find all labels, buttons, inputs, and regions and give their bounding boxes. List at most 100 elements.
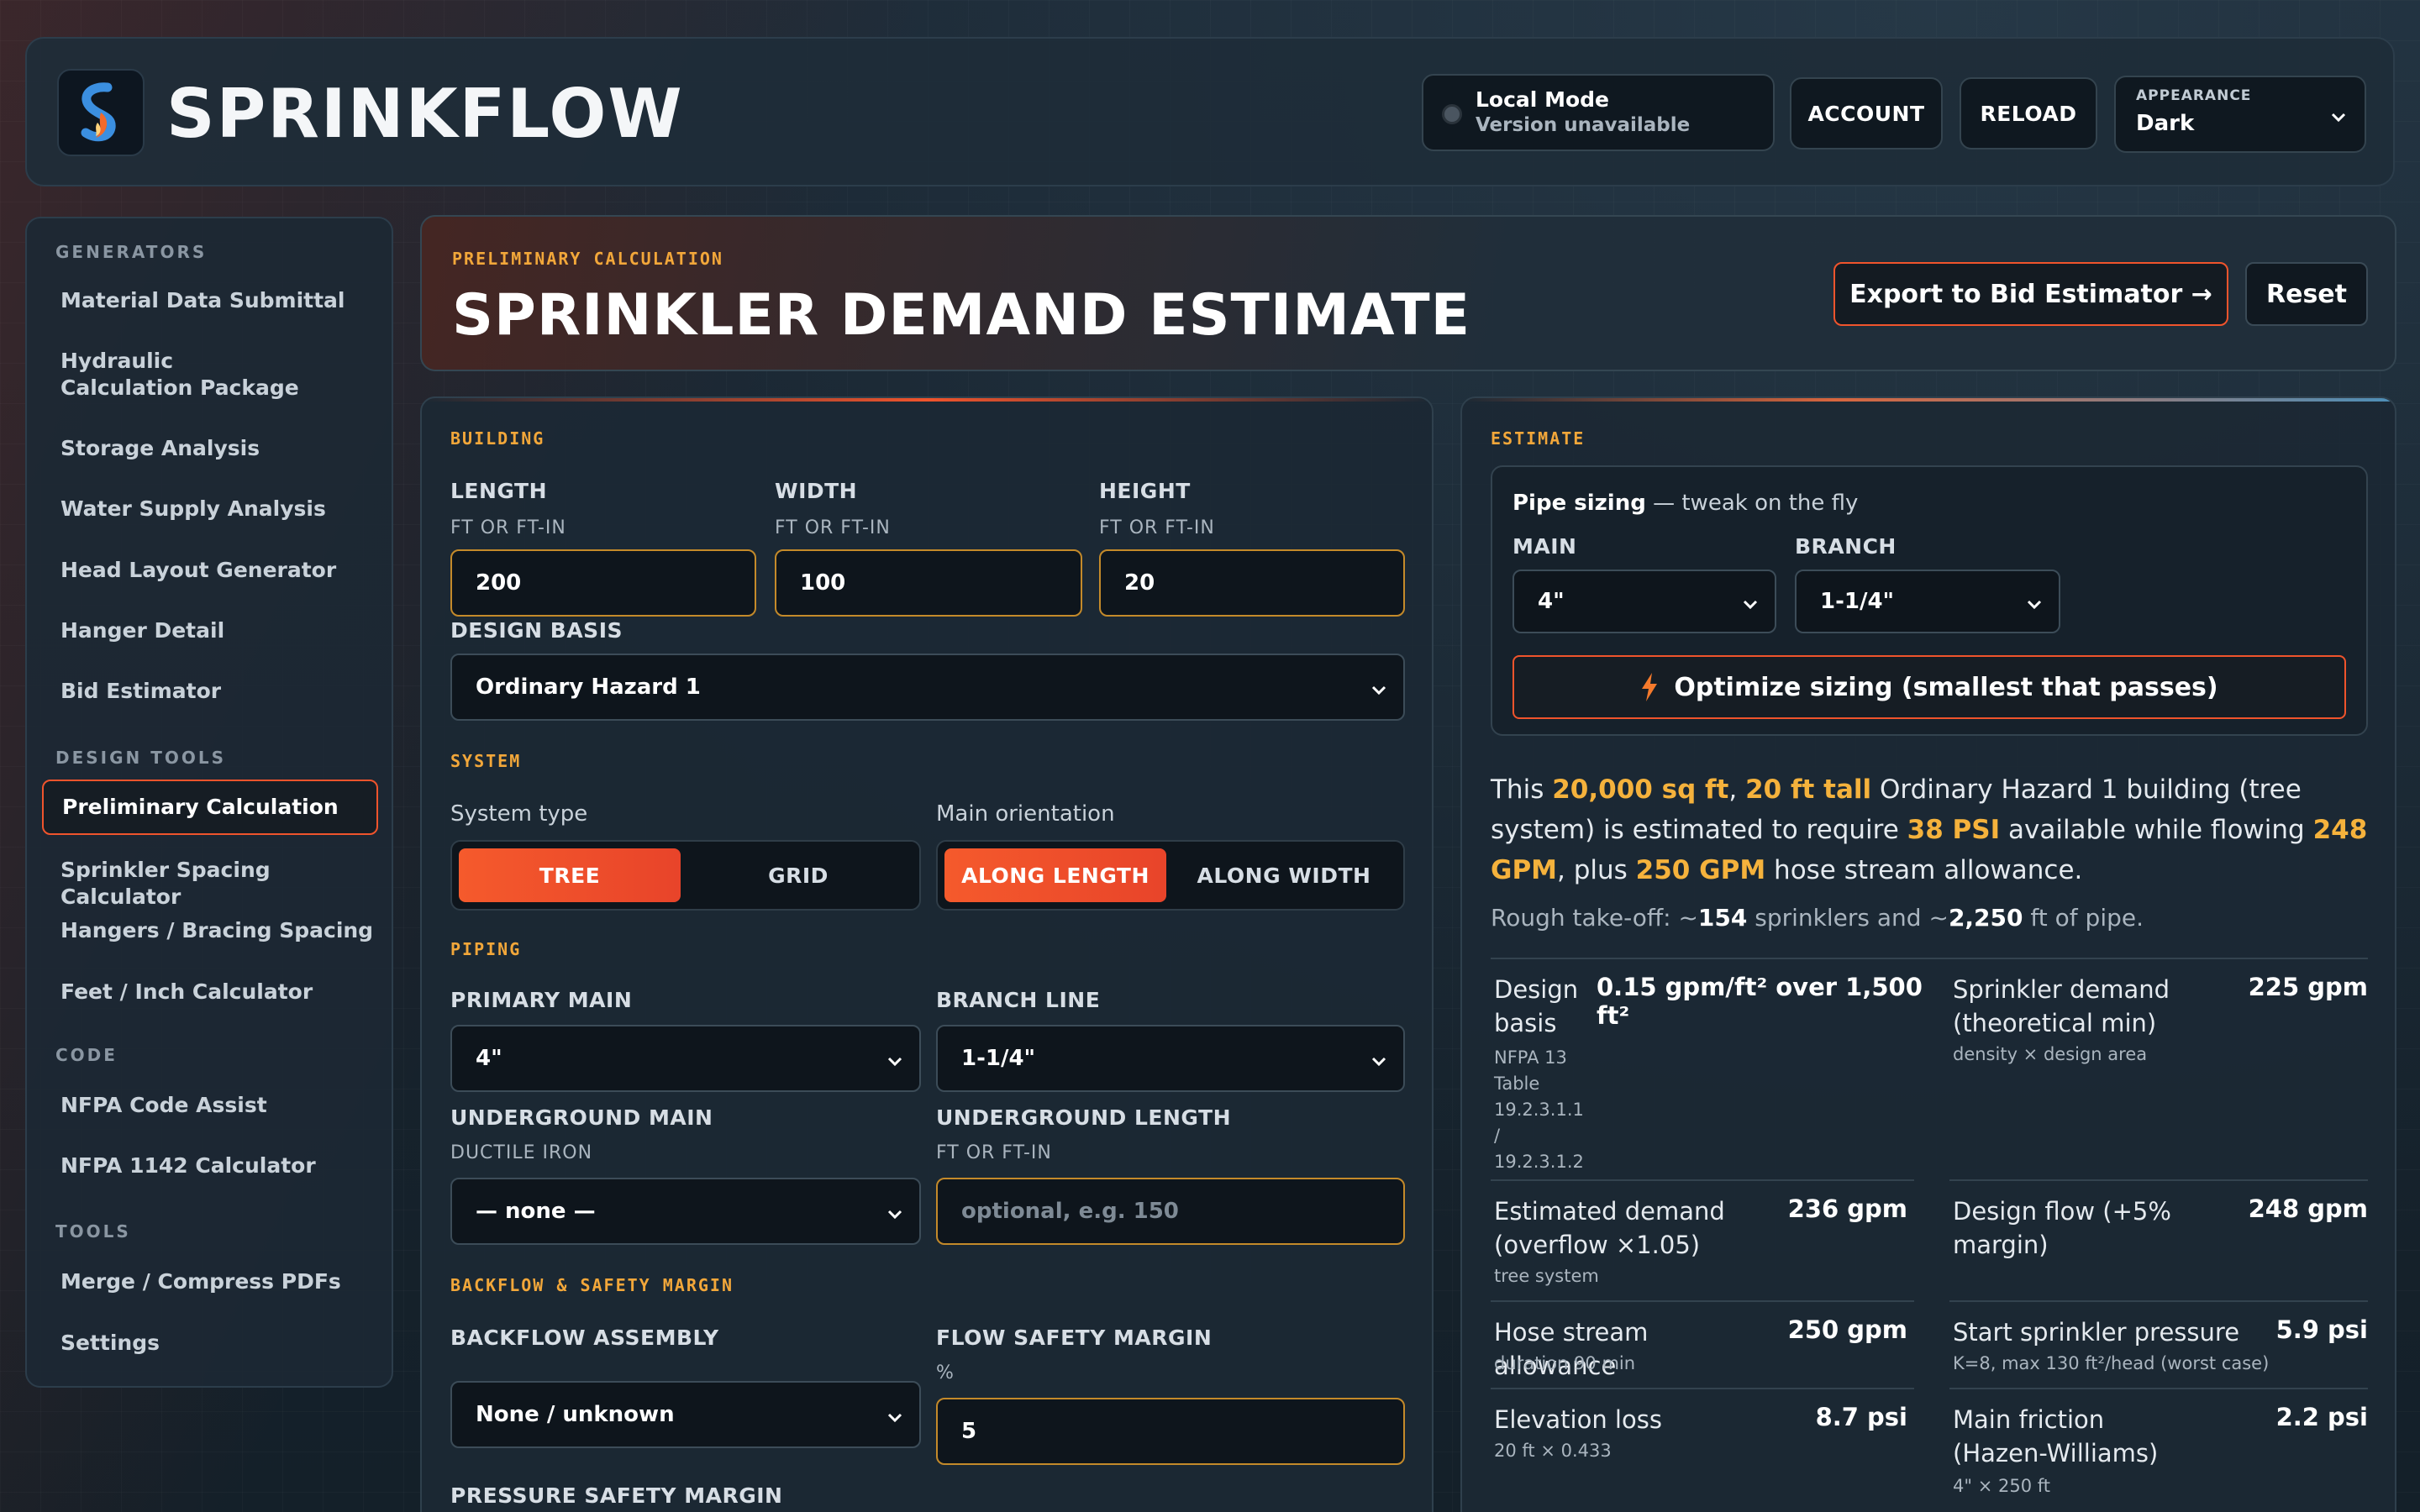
account-button[interactable]: ACCOUNT bbox=[1790, 77, 1943, 150]
sidebar-item-feet-inch-calculator[interactable]: Feet / Inch Calculator bbox=[42, 979, 378, 1005]
metric-sprinkler-demand-value: 225 gpm bbox=[2248, 973, 2368, 1001]
flow-safety-margin-unit: % bbox=[936, 1362, 955, 1383]
system-type-tree-option[interactable]: TREE bbox=[459, 848, 681, 902]
chevron-down-icon bbox=[1743, 600, 1758, 610]
length-input[interactable]: 200 bbox=[450, 549, 756, 617]
primary-main-label: PRIMARY MAIN bbox=[450, 988, 633, 1012]
orientation-along-length-option[interactable]: ALONG LENGTH bbox=[944, 848, 1166, 902]
takeoff-sprinkler-count: 154 bbox=[1697, 904, 1748, 932]
app-logo-icon[interactable] bbox=[57, 69, 145, 156]
page-title: SPRINKLER DEMAND ESTIMATE bbox=[452, 282, 1471, 349]
summary-hose-stream: 250 GPM bbox=[1635, 855, 1766, 885]
metric-sprinkler-demand-note: density × design area bbox=[1953, 1044, 2148, 1064]
optimize-sizing-button[interactable]: Optimize sizing (smallest that passes) bbox=[1512, 655, 2346, 719]
system-type-grid-option[interactable]: GRID bbox=[687, 848, 909, 902]
length-label: LENGTH bbox=[450, 479, 547, 503]
page-eyebrow: PRELIMINARY CALCULATION bbox=[452, 249, 723, 269]
underground-main-value: — none — bbox=[476, 1199, 596, 1224]
design-basis-value: Ordinary Hazard 1 bbox=[476, 675, 701, 700]
metric-design-flow-value: 248 gpm bbox=[2248, 1194, 2368, 1223]
sidebar-item-nfpa-1142-calculator[interactable]: NFPA 1142 Calculator bbox=[42, 1152, 378, 1179]
mode-version: Version unavailable bbox=[1476, 114, 1691, 136]
underground-main-label: UNDERGROUND MAIN bbox=[450, 1105, 713, 1130]
summary-area: 20,000 sq ft bbox=[1552, 774, 1729, 805]
backflow-assembly-value: None / unknown bbox=[476, 1402, 675, 1427]
pipe-main-value: 4" bbox=[1538, 589, 1565, 614]
system-type-toggle: TREE GRID bbox=[450, 840, 921, 911]
chevron-down-icon bbox=[1371, 685, 1386, 696]
building-section-title: BUILDING bbox=[450, 428, 545, 449]
pipe-branch-value: 1-1/4" bbox=[1820, 589, 1895, 614]
metric-elevation-loss-value: 8.7 psi bbox=[1815, 1403, 1907, 1431]
sidebar-item-head-layout-generator[interactable]: Head Layout Generator bbox=[42, 557, 378, 584]
pipe-sizing-box: Pipe sizing — tweak on the fly MAIN 4" B… bbox=[1491, 465, 2368, 736]
primary-main-select[interactable]: 4" bbox=[450, 1025, 921, 1092]
metric-estimated-demand-value: 236 gpm bbox=[1787, 1194, 1907, 1223]
chevron-down-icon bbox=[887, 1057, 902, 1067]
pipe-sizing-hint: — tweak on the fly bbox=[1645, 491, 1859, 516]
sidebar-item-material-data-submittal[interactable]: Material Data Submittal bbox=[42, 287, 378, 314]
chevron-down-icon bbox=[887, 1413, 902, 1423]
height-unit-hint: FT OR FT-IN bbox=[1099, 517, 1215, 538]
sidebar-item-sprinkler-spacing-calculator[interactable]: Sprinkler Spacing Calculator bbox=[42, 857, 378, 911]
metric-start-pressure-name: Start sprinkler pressure bbox=[1953, 1318, 2240, 1347]
pipe-branch-select[interactable]: 1-1/4" bbox=[1795, 570, 2060, 633]
sidebar-item-hangers-bracing-spacing[interactable]: Hangers / Bracing Spacing bbox=[42, 917, 378, 944]
width-input[interactable]: 100 bbox=[775, 549, 1082, 617]
sidebar-item-settings[interactable]: Settings bbox=[42, 1330, 378, 1357]
underground-length-unit-hint: FT OR FT-IN bbox=[936, 1142, 1052, 1163]
height-input[interactable]: 20 bbox=[1099, 549, 1405, 617]
sidebar-item-hanger-detail[interactable]: Hanger Detail bbox=[42, 617, 378, 644]
reload-button[interactable]: RELOAD bbox=[1960, 77, 2097, 150]
underground-main-select[interactable]: — none — bbox=[450, 1178, 921, 1245]
estimate-section-title: ESTIMATE bbox=[1491, 428, 1586, 449]
backflow-assembly-select[interactable]: None / unknown bbox=[450, 1381, 921, 1448]
top-bar: SPRINKFLOW Local Mode Version unavailabl… bbox=[25, 37, 2395, 186]
height-label: HEIGHT bbox=[1099, 479, 1191, 503]
sidebar-section-code: CODE bbox=[55, 1045, 118, 1065]
sidebar-section-tools: TOOLS bbox=[55, 1221, 131, 1242]
appearance-select[interactable]: APPEARANCE Dark bbox=[2114, 76, 2366, 153]
estimate-summary: This 20,000 sq ft, 20 ft tall Ordinary H… bbox=[1491, 774, 2368, 885]
metric-design-basis-name: Design basis bbox=[1494, 975, 1579, 1037]
sidebar-item-storage-analysis[interactable]: Storage Analysis bbox=[42, 435, 378, 462]
metric-main-friction-name: Main friction (Hazen-Williams) bbox=[1953, 1405, 2159, 1467]
backflow-assembly-label: BACKFLOW ASSEMBLY bbox=[450, 1326, 719, 1350]
reset-button[interactable]: Reset bbox=[2245, 262, 2368, 326]
system-section-title: SYSTEM bbox=[450, 751, 522, 771]
sidebar-item-preliminary-calculation[interactable]: Preliminary Calculation bbox=[42, 780, 378, 835]
orientation-along-width-option[interactable]: ALONG WIDTH bbox=[1173, 848, 1395, 902]
sidebar-item-bid-estimator[interactable]: Bid Estimator bbox=[42, 678, 378, 705]
sidebar-item-hydraulic-calculation-package[interactable]: Hydraulic Calculation Package bbox=[42, 348, 311, 402]
system-type-label: System type bbox=[450, 801, 588, 827]
metric-hose-stream-note: duration 90 min bbox=[1494, 1353, 1636, 1373]
metric-start-pressure-note: K=8, max 130 ft²/head (worst case) bbox=[1953, 1353, 2270, 1373]
divider bbox=[1949, 1300, 2368, 1302]
backflow-section-title: BACKFLOW & SAFETY MARGIN bbox=[450, 1275, 734, 1295]
mode-title: Local Mode bbox=[1476, 87, 1609, 112]
underground-length-input[interactable]: optional, e.g. 150 bbox=[936, 1178, 1405, 1245]
sidebar-section-generators: GENERATORS bbox=[55, 242, 208, 262]
sidebar-item-water-supply-analysis[interactable]: Water Supply Analysis bbox=[42, 496, 378, 522]
estimate-panel: ESTIMATE Pipe sizing — tweak on the fly … bbox=[1460, 396, 2396, 1512]
sidebar-item-nfpa-code-assist[interactable]: NFPA Code Assist bbox=[42, 1092, 378, 1119]
flow-safety-margin-input[interactable]: 5 bbox=[936, 1398, 1405, 1465]
brand-name: SPRINKFLOW bbox=[166, 75, 684, 153]
export-to-bid-estimator-button[interactable]: Export to Bid Estimator → bbox=[1833, 262, 2228, 326]
lightning-bolt-icon bbox=[1642, 673, 1658, 701]
status-dot-icon bbox=[1442, 104, 1462, 124]
optimize-sizing-label: Optimize sizing (smallest that passes) bbox=[1674, 672, 2218, 702]
design-basis-select[interactable]: Ordinary Hazard 1 bbox=[450, 654, 1405, 721]
pipe-main-select[interactable]: 4" bbox=[1512, 570, 1776, 633]
metric-elevation-loss-note: 20 ft × 0.433 bbox=[1494, 1441, 1612, 1461]
branch-line-value: 1-1/4" bbox=[961, 1046, 1036, 1071]
metric-main-friction-note: 4" × 250 ft bbox=[1953, 1476, 2050, 1496]
divider bbox=[1491, 958, 2368, 959]
metric-start-pressure-value: 5.9 psi bbox=[2275, 1315, 2368, 1344]
divider bbox=[1949, 1179, 2368, 1181]
sidebar: GENERATORS Material Data Submittal Hydra… bbox=[25, 217, 393, 1388]
width-label: WIDTH bbox=[775, 479, 858, 503]
branch-line-select[interactable]: 1-1/4" bbox=[936, 1025, 1405, 1092]
sidebar-item-merge-compress-pdfs[interactable]: Merge / Compress PDFs bbox=[42, 1268, 378, 1295]
flow-safety-margin-label: FLOW SAFETY MARGIN bbox=[936, 1326, 1213, 1350]
